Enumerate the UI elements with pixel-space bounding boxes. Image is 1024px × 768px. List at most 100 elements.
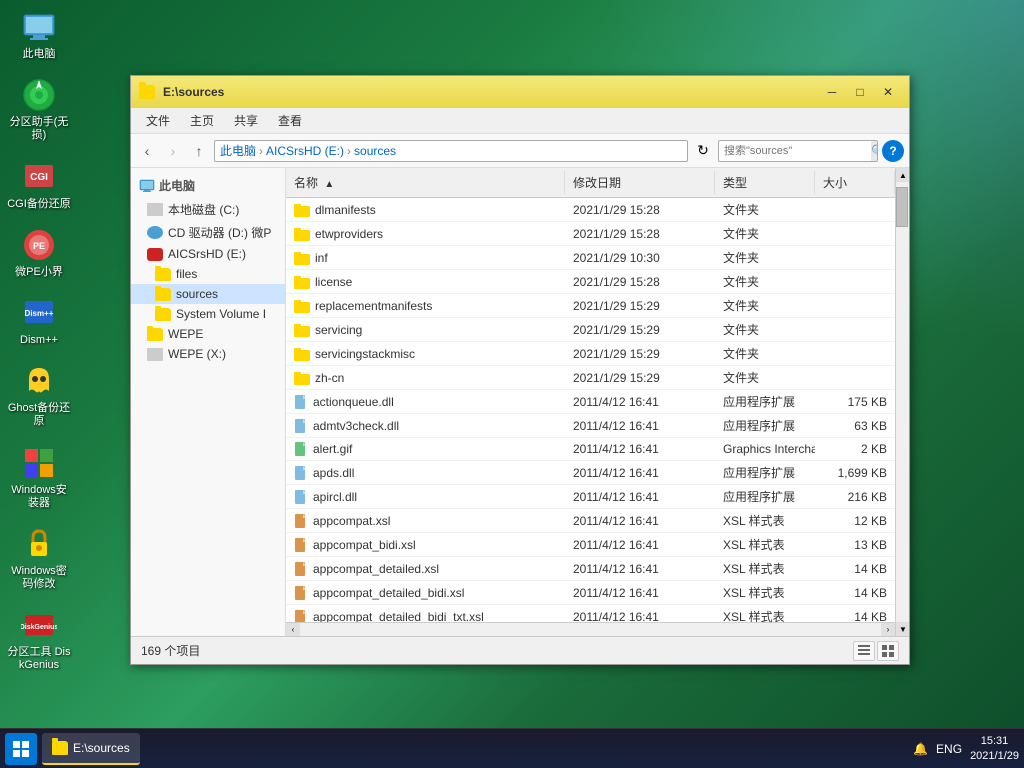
large-view-icon <box>881 644 895 658</box>
header-type[interactable]: 类型 <box>715 171 815 194</box>
file-cell-type: 文件夹 <box>715 366 815 389</box>
file-cell-size <box>815 255 895 261</box>
desktop-icon-partition[interactable]: 分区助手(无损) <box>5 73 73 146</box>
header-size[interactable]: 大小 <box>815 171 895 194</box>
table-row[interactable]: appcompat_detailed_bidi.xsl2011/4/12 16:… <box>286 581 895 605</box>
table-row[interactable]: appcompat_detailed_bidi_txt.xsl2011/4/12… <box>286 605 895 622</box>
table-row[interactable]: servicingstackmisc2021/1/29 15:29文件夹 <box>286 342 895 366</box>
desktop: 此电脑 分区助手(无损) CGI CGI备份还原 PE 微PE <box>0 0 1024 768</box>
menu-file[interactable]: 文件 <box>136 109 180 132</box>
sidebar-sources[interactable]: sources <box>131 284 285 304</box>
file-cell-size <box>815 231 895 237</box>
file-icon <box>294 513 308 529</box>
svg-text:PE: PE <box>33 241 45 251</box>
search-box[interactable]: 🔍 <box>718 140 878 162</box>
help-button[interactable]: ? <box>882 140 904 162</box>
menu-share[interactable]: 共享 <box>224 109 268 132</box>
sidebar: 此电脑 本地磁盘 (C:) CD 驱动器 (D:) 微P AICSrsHD (E… <box>131 168 286 636</box>
breadcrumb-drive[interactable]: AICSrsHD (E:) <box>266 144 344 158</box>
desktop-icon-dism[interactable]: Dism++ Dism++ <box>5 291 73 351</box>
view-large-button[interactable] <box>877 641 899 661</box>
folder-icon <box>294 251 310 265</box>
horizontal-scrollbar[interactable]: ‹ › <box>286 622 895 636</box>
menu-home[interactable]: 主页 <box>180 109 224 132</box>
back-button[interactable]: ‹ <box>136 140 158 162</box>
table-row[interactable]: admtv3check.dll2011/4/12 16:41应用程序扩展63 K… <box>286 414 895 438</box>
up-button[interactable]: ↑ <box>188 140 210 162</box>
search-input[interactable] <box>719 145 871 157</box>
file-list[interactable]: dlmanifests2021/1/29 15:28文件夹etwprovider… <box>286 198 895 622</box>
scroll-horizontal-track[interactable] <box>300 623 881 637</box>
table-row[interactable]: etwproviders2021/1/29 15:28文件夹 <box>286 222 895 246</box>
table-row[interactable]: actionqueue.dll2011/4/12 16:41应用程序扩展175 … <box>286 390 895 414</box>
desktop-icon-win-installer[interactable]: Windows安装器 <box>5 441 73 514</box>
taskbar-explorer-item[interactable]: E:\sources <box>42 733 140 765</box>
file-icon <box>294 537 308 553</box>
scroll-thumb[interactable] <box>896 187 908 227</box>
scroll-track[interactable] <box>896 182 909 622</box>
table-row[interactable]: zh-cn2021/1/29 15:29文件夹 <box>286 366 895 390</box>
sidebar-wepe-folder-label: WEPE <box>168 327 203 341</box>
table-row[interactable]: apds.dll2011/4/12 16:41应用程序扩展1,699 KB <box>286 461 895 485</box>
desktop-icon-wepe[interactable]: PE 微PE小界 <box>5 223 73 283</box>
table-row[interactable]: appcompat_detailed.xsl2011/4/12 16:41XSL… <box>286 557 895 581</box>
sidebar-drive-d[interactable]: CD 驱动器 (D:) 微P <box>131 221 285 244</box>
table-row[interactable]: apircl.dll2011/4/12 16:41应用程序扩展216 KB <box>286 485 895 509</box>
minimize-button[interactable]: ─ <box>819 82 845 102</box>
file-icon <box>294 561 308 577</box>
address-path[interactable]: 此电脑 › AICSrsHD (E:) › sources <box>214 140 688 162</box>
language-indicator[interactable]: ENG <box>936 742 962 756</box>
cgi-icon: CGI <box>21 159 57 195</box>
vertical-scrollbar[interactable]: ▲ ▼ <box>895 168 909 636</box>
header-date[interactable]: 修改日期 <box>565 171 715 194</box>
sidebar-section-this-pc[interactable]: 此电脑 <box>131 173 285 198</box>
table-row[interactable]: appcompat_bidi.xsl2011/4/12 16:41XSL 样式表… <box>286 533 895 557</box>
sidebar-system-volume[interactable]: System Volume I <box>131 304 285 324</box>
breadcrumb-sources[interactable]: sources <box>354 144 396 158</box>
maximize-button[interactable]: □ <box>847 82 873 102</box>
header-name[interactable]: 名称 ▲ <box>286 171 565 194</box>
win-pwd-icon <box>21 526 57 562</box>
scroll-up-button[interactable]: ▲ <box>896 168 909 182</box>
sidebar-drive-x[interactable]: WEPE (X:) <box>131 344 285 364</box>
refresh-button[interactable]: ↻ <box>692 140 714 162</box>
file-cell-type: 文件夹 <box>715 342 815 365</box>
scroll-right-button[interactable]: › <box>881 623 895 637</box>
file-cell-size: 13 KB <box>815 535 895 555</box>
desktop-icon-this-pc[interactable]: 此电脑 <box>5 5 73 65</box>
table-row[interactable]: dlmanifests2021/1/29 15:28文件夹 <box>286 198 895 222</box>
table-row[interactable]: replacementmanifests2021/1/29 15:29文件夹 <box>286 294 895 318</box>
file-cell-size: 63 KB <box>815 416 895 436</box>
scroll-left-button[interactable]: ‹ <box>286 623 300 637</box>
desktop-icon-diskgenius[interactable]: DiskGenius 分区工具 DiskGenius <box>5 603 73 676</box>
desktop-icon-cgi[interactable]: CGI CGI备份还原 <box>5 155 73 215</box>
forward-button[interactable]: › <box>162 140 184 162</box>
desktop-icon-ghost[interactable]: Ghost备份还原 <box>5 359 73 432</box>
view-detail-button[interactable] <box>853 641 875 661</box>
sidebar-files[interactable]: files <box>131 264 285 284</box>
breadcrumb-this-pc[interactable]: 此电脑 <box>220 142 256 159</box>
scroll-down-button[interactable]: ▼ <box>896 622 909 636</box>
table-row[interactable]: license2021/1/29 15:28文件夹 <box>286 270 895 294</box>
sidebar-wepe-folder[interactable]: WEPE <box>131 324 285 344</box>
close-button[interactable]: ✕ <box>875 82 901 102</box>
table-row[interactable]: servicing2021/1/29 15:29文件夹 <box>286 318 895 342</box>
table-row[interactable]: appcompat.xsl2011/4/12 16:41XSL 样式表12 KB <box>286 509 895 533</box>
sidebar-drive-e[interactable]: AICSrsHD (E:) <box>131 244 285 264</box>
search-button[interactable]: 🔍 <box>871 140 878 162</box>
file-cell-name: appcompat_detailed_bidi.xsl <box>286 582 565 604</box>
file-cell-name: zh-cn <box>286 368 565 388</box>
sidebar-drive-c[interactable]: 本地磁盘 (C:) <box>131 198 285 221</box>
desktop-icon-win-pwd[interactable]: Windows密码修改 <box>5 522 73 595</box>
start-button[interactable] <box>5 733 37 765</box>
sidebar-this-pc-label: 此电脑 <box>159 177 195 194</box>
menu-view[interactable]: 查看 <box>268 109 312 132</box>
sources-folder-icon <box>155 288 171 301</box>
file-cell-name: apircl.dll <box>286 486 565 508</box>
file-cell-date: 2011/4/12 16:41 <box>565 583 715 603</box>
win-installer-icon <box>21 445 57 481</box>
sidebar-sysvolume-label: System Volume I <box>176 307 266 321</box>
table-row[interactable]: alert.gif2011/4/12 16:41Graphics Interch… <box>286 438 895 461</box>
file-cell-date: 2011/4/12 16:41 <box>565 559 715 579</box>
table-row[interactable]: inf2021/1/29 10:30文件夹 <box>286 246 895 270</box>
